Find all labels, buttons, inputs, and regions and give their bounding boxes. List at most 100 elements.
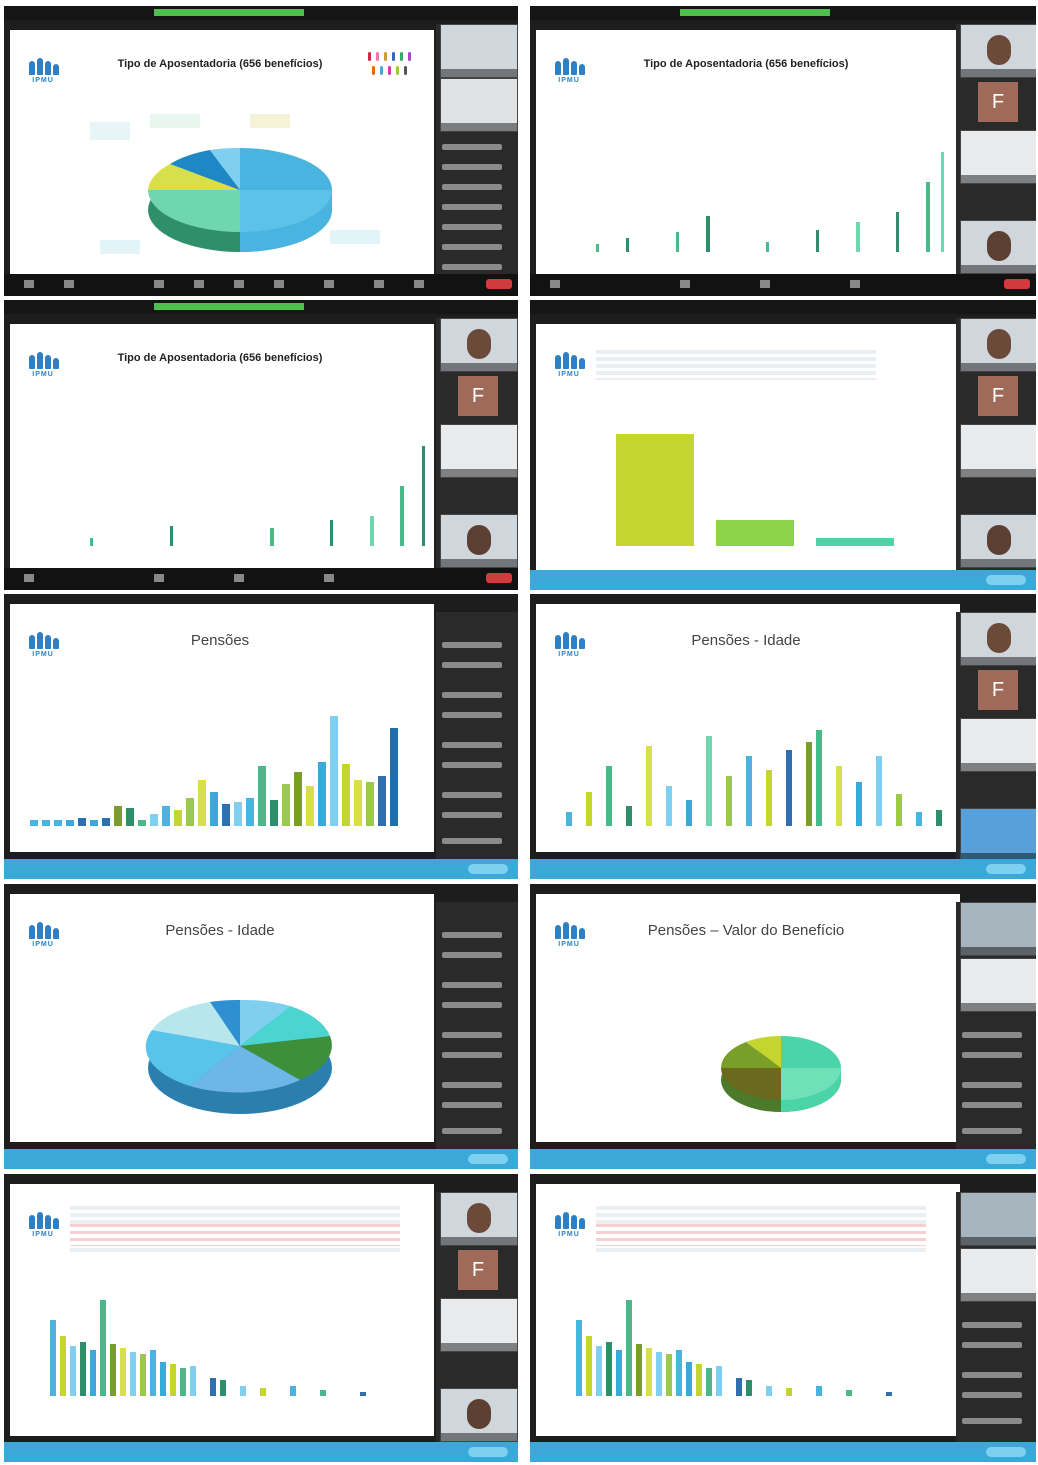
panel-9: IPMU F [4,1174,518,1462]
stop-share-button[interactable] [986,864,1026,874]
bar-chart [556,122,956,252]
slide: IPMU Pensões - Idade [536,604,960,852]
logo-icon: IPMU [552,344,586,378]
video-tile[interactable] [960,958,1036,1012]
video-tile[interactable] [440,424,518,478]
slide-title: Pensões - Idade [165,922,275,939]
video-tile[interactable] [960,220,1036,274]
pie-chart [721,1036,841,1112]
presentation-bar [4,859,518,879]
meeting-toolbar[interactable] [4,274,518,296]
participants-sidebar: F [436,1192,518,1454]
video-tile[interactable] [440,514,518,568]
slide: IPMU Pensões – Valor do Benefício [536,894,960,1142]
stop-share-button[interactable] [468,1154,508,1164]
participants-sidebar [436,902,518,1152]
logo-icon: IPMU [552,914,586,948]
pie-label [250,114,290,128]
presentation-bar [4,1149,518,1169]
panel-4: IPMU F [530,300,1036,590]
slide: IPMU [536,324,960,572]
participants-sidebar: F [956,612,1036,868]
slide: IPMU Tipo de Aposentadoria (656 benefíci… [10,30,434,278]
bar-chart [556,1286,956,1396]
panel-5: IPMU Pensões [4,594,518,879]
video-tile[interactable] [960,318,1036,372]
video-tile[interactable] [440,78,518,132]
bar-chart [606,416,906,546]
bar-chart [30,1286,430,1396]
stop-share-button[interactable] [468,1447,508,1457]
presentation-bar [4,1442,518,1462]
logo-text: IPMU [32,651,54,658]
logo-icon: IPMU [552,624,586,658]
logo-text: IPMU [558,651,580,658]
participants-sidebar: F [956,24,1036,280]
video-tile[interactable] [960,902,1036,956]
bar-chart [30,696,430,826]
presentation-bar [530,1149,1036,1169]
screenshot-grid: IPMU Tipo de Aposentadoria (656 benefíci… [0,0,1038,1465]
logo-icon: IPMU [26,50,60,84]
panel-7: IPMU Pensões - Idade [4,884,518,1169]
slide-title: Tipo de Aposentadoria (656 benefícios) [117,352,323,364]
video-tile[interactable] [960,130,1036,184]
panel-10: IPMU [530,1174,1036,1462]
video-tile[interactable] [960,612,1036,666]
pie-label [330,230,380,244]
avatar: F [978,670,1018,710]
slide-title: Pensões – Valor do Benefício [647,922,845,939]
video-tile[interactable] [960,424,1036,478]
logo-icon: IPMU [26,914,60,948]
avatar: F [978,376,1018,416]
panel-8: IPMU Pensões – Valor do Benefício [530,884,1036,1169]
video-tile[interactable] [960,514,1036,568]
pie-chart [148,147,332,252]
panel-1: IPMU Tipo de Aposentadoria (656 benefíci… [4,6,518,296]
video-tile[interactable] [960,1192,1036,1246]
panel-3: IPMU Tipo de Aposentadoria (656 benefíci… [4,300,518,590]
window-topbar [4,6,518,20]
logo-icon: IPMU [26,1204,60,1238]
logo-text: IPMU [558,371,580,378]
slide: IPMU [10,1184,434,1436]
bar-chart [556,696,956,826]
pie-chart [145,999,332,1114]
video-tile[interactable] [960,718,1036,772]
pie-label [90,122,130,140]
slide: IPMU Tipo de Aposentadoria (656 benefíci… [10,324,434,572]
avatar: F [978,82,1018,122]
logo-text: IPMU [32,77,54,84]
participants-sidebar [436,24,518,280]
logo-icon: IPMU [552,1204,586,1238]
logo-text: IPMU [558,1231,580,1238]
stop-share-button[interactable] [468,864,508,874]
participants-sidebar [436,612,518,862]
video-tile[interactable] [440,1298,518,1352]
slide: IPMU Tipo de Aposentadoria (656 benefíci… [536,30,960,278]
video-tile[interactable] [960,1248,1036,1302]
slide: IPMU [536,1184,960,1436]
logo-text: IPMU [32,941,54,948]
video-tile[interactable] [440,1388,518,1442]
logo-icon: IPMU [26,344,60,378]
participants-sidebar: F [436,318,518,574]
stop-share-button[interactable] [986,1447,1026,1457]
video-tile[interactable] [960,24,1036,78]
video-tile[interactable] [440,24,518,78]
video-tile[interactable] [440,1192,518,1246]
video-tile[interactable] [960,808,1036,862]
stop-share-button[interactable] [986,1154,1026,1164]
participants-sidebar [956,902,1036,1152]
stop-share-button[interactable] [986,575,1026,585]
logo-icon: IPMU [552,50,586,84]
people-icon [366,50,430,80]
logo-text: IPMU [32,1231,54,1238]
slide: IPMU Pensões [10,604,434,852]
presentation-bar [530,859,1036,879]
video-tile[interactable] [440,318,518,372]
slide-title: Tipo de Aposentadoria (656 benefícios) [643,58,849,70]
end-meeting-button[interactable] [486,279,512,289]
pie-label [150,114,200,128]
participants-sidebar [956,1192,1036,1454]
